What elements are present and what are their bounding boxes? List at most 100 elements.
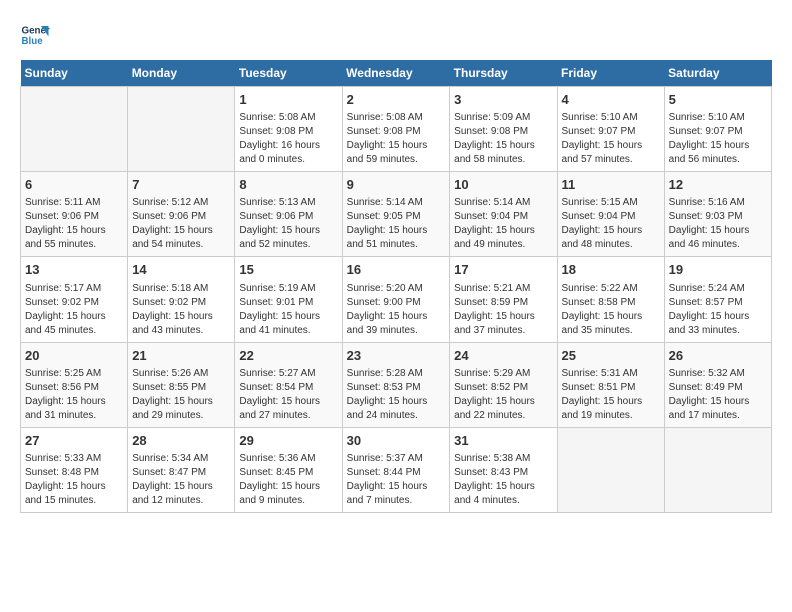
- calendar-cell: 9 Sunrise: 5:14 AM Sunset: 9:05 PM Daylig…: [342, 172, 450, 257]
- calendar-cell: 2 Sunrise: 5:08 AM Sunset: 9:08 PM Daylig…: [342, 87, 450, 172]
- calendar-cell: 14 Sunrise: 5:18 AM Sunset: 9:02 PM Dayli…: [128, 257, 235, 342]
- calendar-cell: 12Sunrise: 5:16 AM Sunset: 9:03 PM Dayli…: [664, 172, 771, 257]
- day-info: Sunrise: 5:14 AM Sunset: 9:04 PM Dayligh…: [454, 196, 552, 252]
- calendar-week-1: 1 Sunrise: 5:08 AM Sunset: 9:08 PM Daylig…: [21, 87, 772, 172]
- weekday-header-friday: Friday: [557, 60, 664, 87]
- calendar-cell: 11 Sunrise: 5:15 AM Sunset: 9:04 PM Dayli…: [557, 172, 664, 257]
- calendar-cell: 20 Sunrise: 5:25 AM Sunset: 8:56 PM Dayli…: [21, 342, 128, 427]
- day-info: Sunrise: 5:27 AM Sunset: 8:54 PM Dayligh…: [239, 367, 337, 423]
- calendar-cell: 5 Sunrise: 5:10 AM Sunset: 9:07 PM Daylig…: [664, 87, 771, 172]
- day-info: Sunrise: 5:14 AM Sunset: 9:05 PM Dayligh…: [347, 196, 446, 252]
- day-number: 2: [347, 91, 446, 109]
- weekday-header-tuesday: Tuesday: [235, 60, 342, 87]
- calendar-week-3: 13Sunrise: 5:17 AM Sunset: 9:02 PM Dayli…: [21, 257, 772, 342]
- day-info: Sunrise: 5:26 AM Sunset: 8:55 PM Dayligh…: [132, 367, 230, 423]
- calendar-cell: 4 Sunrise: 5:10 AM Sunset: 9:07 PM Daylig…: [557, 87, 664, 172]
- day-info: Sunrise: 5:10 AM Sunset: 9:07 PM Dayligh…: [669, 111, 767, 167]
- day-info: Sunrise: 5:10 AM Sunset: 9:07 PM Dayligh…: [562, 111, 660, 167]
- calendar: SundayMondayTuesdayWednesdayThursdayFrid…: [20, 60, 772, 513]
- calendar-cell: 7 Sunrise: 5:12 AM Sunset: 9:06 PM Daylig…: [128, 172, 235, 257]
- calendar-cell: 31Sunrise: 5:38 AM Sunset: 8:43 PM Dayli…: [450, 427, 557, 512]
- day-info: Sunrise: 5:08 AM Sunset: 9:08 PM Dayligh…: [239, 111, 337, 167]
- weekday-header-monday: Monday: [128, 60, 235, 87]
- day-info: Sunrise: 5:31 AM Sunset: 8:51 PM Dayligh…: [562, 367, 660, 423]
- day-info: Sunrise: 5:36 AM Sunset: 8:45 PM Dayligh…: [239, 452, 337, 508]
- calendar-cell: 6 Sunrise: 5:11 AM Sunset: 9:06 PM Daylig…: [21, 172, 128, 257]
- day-number: 9: [347, 176, 446, 194]
- logo-icon: General Blue: [20, 20, 50, 50]
- day-number: 4: [562, 91, 660, 109]
- day-info: Sunrise: 5:18 AM Sunset: 9:02 PM Dayligh…: [132, 282, 230, 338]
- calendar-cell: [557, 427, 664, 512]
- day-number: 24: [454, 347, 552, 365]
- day-number: 1: [239, 91, 337, 109]
- calendar-cell: 18Sunrise: 5:22 AM Sunset: 8:58 PM Dayli…: [557, 257, 664, 342]
- calendar-cell: [128, 87, 235, 172]
- day-number: 21: [132, 347, 230, 365]
- day-number: 12: [669, 176, 767, 194]
- day-number: 6: [25, 176, 123, 194]
- day-number: 19: [669, 261, 767, 279]
- day-number: 3: [454, 91, 552, 109]
- calendar-cell: 1 Sunrise: 5:08 AM Sunset: 9:08 PM Daylig…: [235, 87, 342, 172]
- day-info: Sunrise: 5:34 AM Sunset: 8:47 PM Dayligh…: [132, 452, 230, 508]
- day-info: Sunrise: 5:20 AM Sunset: 9:00 PM Dayligh…: [347, 282, 446, 338]
- day-number: 28: [132, 432, 230, 450]
- calendar-cell: 15 Sunrise: 5:19 AM Sunset: 9:01 PM Dayli…: [235, 257, 342, 342]
- day-number: 23: [347, 347, 446, 365]
- day-number: 16: [347, 261, 446, 279]
- day-info: Sunrise: 5:29 AM Sunset: 8:52 PM Dayligh…: [454, 367, 552, 423]
- day-info: Sunrise: 5:11 AM Sunset: 9:06 PM Dayligh…: [25, 196, 123, 252]
- calendar-cell: 19 Sunrise: 5:24 AM Sunset: 8:57 PM Dayli…: [664, 257, 771, 342]
- day-number: 5: [669, 91, 767, 109]
- calendar-cell: 21 Sunrise: 5:26 AM Sunset: 8:55 PM Dayli…: [128, 342, 235, 427]
- calendar-cell: 27 Sunrise: 5:33 AM Sunset: 8:48 PM Dayli…: [21, 427, 128, 512]
- day-info: Sunrise: 5:28 AM Sunset: 8:53 PM Dayligh…: [347, 367, 446, 423]
- day-info: Sunrise: 5:08 AM Sunset: 9:08 PM Dayligh…: [347, 111, 446, 167]
- weekday-header-wednesday: Wednesday: [342, 60, 450, 87]
- calendar-week-2: 6 Sunrise: 5:11 AM Sunset: 9:06 PM Daylig…: [21, 172, 772, 257]
- day-number: 31: [454, 432, 552, 450]
- day-number: 29: [239, 432, 337, 450]
- day-number: 26: [669, 347, 767, 365]
- day-number: 11: [562, 176, 660, 194]
- day-info: Sunrise: 5:13 AM Sunset: 9:06 PM Dayligh…: [239, 196, 337, 252]
- day-info: Sunrise: 5:24 AM Sunset: 8:57 PM Dayligh…: [669, 282, 767, 338]
- calendar-cell: 10 Sunrise: 5:14 AM Sunset: 9:04 PM Dayli…: [450, 172, 557, 257]
- day-info: Sunrise: 5:15 AM Sunset: 9:04 PM Dayligh…: [562, 196, 660, 252]
- day-number: 22: [239, 347, 337, 365]
- day-info: Sunrise: 5:19 AM Sunset: 9:01 PM Dayligh…: [239, 282, 337, 338]
- calendar-week-5: 27 Sunrise: 5:33 AM Sunset: 8:48 PM Dayli…: [21, 427, 772, 512]
- day-number: 15: [239, 261, 337, 279]
- day-number: 17: [454, 261, 552, 279]
- day-number: 13: [25, 261, 123, 279]
- day-number: 14: [132, 261, 230, 279]
- weekday-header-saturday: Saturday: [664, 60, 771, 87]
- calendar-cell: 25 Sunrise: 5:31 AM Sunset: 8:51 PM Dayli…: [557, 342, 664, 427]
- day-number: 20: [25, 347, 123, 365]
- calendar-cell: 26 Sunrise: 5:32 AM Sunset: 8:49 PM Dayli…: [664, 342, 771, 427]
- day-info: Sunrise: 5:37 AM Sunset: 8:44 PM Dayligh…: [347, 452, 446, 508]
- calendar-cell: [21, 87, 128, 172]
- day-number: 7: [132, 176, 230, 194]
- day-info: Sunrise: 5:33 AM Sunset: 8:48 PM Dayligh…: [25, 452, 123, 508]
- day-info: Sunrise: 5:09 AM Sunset: 9:08 PM Dayligh…: [454, 111, 552, 167]
- day-info: Sunrise: 5:21 AM Sunset: 8:59 PM Dayligh…: [454, 282, 552, 338]
- weekday-header-sunday: Sunday: [21, 60, 128, 87]
- day-number: 25: [562, 347, 660, 365]
- calendar-cell: 17 Sunrise: 5:21 AM Sunset: 8:59 PM Dayli…: [450, 257, 557, 342]
- calendar-week-4: 20 Sunrise: 5:25 AM Sunset: 8:56 PM Dayli…: [21, 342, 772, 427]
- day-number: 27: [25, 432, 123, 450]
- calendar-cell: 23 Sunrise: 5:28 AM Sunset: 8:53 PM Dayli…: [342, 342, 450, 427]
- day-info: Sunrise: 5:12 AM Sunset: 9:06 PM Dayligh…: [132, 196, 230, 252]
- day-number: 10: [454, 176, 552, 194]
- calendar-cell: 28 Sunrise: 5:34 AM Sunset: 8:47 PM Dayli…: [128, 427, 235, 512]
- calendar-cell: 29 Sunrise: 5:36 AM Sunset: 8:45 PM Dayli…: [235, 427, 342, 512]
- logo: General Blue: [20, 20, 54, 50]
- day-info: Sunrise: 5:22 AM Sunset: 8:58 PM Dayligh…: [562, 282, 660, 338]
- header: General Blue: [20, 20, 772, 50]
- day-info: Sunrise: 5:32 AM Sunset: 8:49 PM Dayligh…: [669, 367, 767, 423]
- calendar-cell: [664, 427, 771, 512]
- weekday-header-row: SundayMondayTuesdayWednesdayThursdayFrid…: [21, 60, 772, 87]
- day-info: Sunrise: 5:25 AM Sunset: 8:56 PM Dayligh…: [25, 367, 123, 423]
